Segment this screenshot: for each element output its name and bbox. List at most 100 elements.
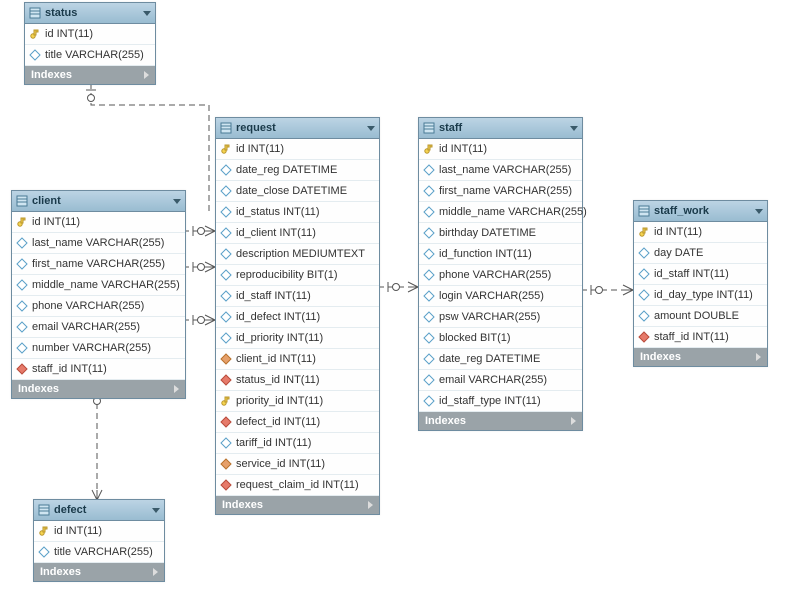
columns-list: id INT(11) title VARCHAR(255) [25,24,155,66]
table-staff[interactable]: staff id INT(11) last_name VARCHAR(255) … [418,117,583,431]
table-staff-work[interactable]: staff_work id INT(11) day DATE id_staff … [633,200,768,367]
column-row[interactable]: date_close DATETIME [216,181,379,202]
column-icon [423,311,435,323]
column-row[interactable]: id INT(11) [34,521,164,542]
table-header[interactable]: client [12,191,185,212]
column-row[interactable]: id INT(11) [25,24,155,45]
column-row[interactable]: id_priority INT(11) [216,328,379,349]
column-row[interactable]: middle_name VARCHAR(255) [419,202,582,223]
indexes-section[interactable]: Indexes [419,412,582,430]
dropdown-icon[interactable] [173,199,181,204]
column-row[interactable]: defect_id INT(11) [216,412,379,433]
fk-icon [220,479,232,491]
table-title: staff [439,122,566,134]
column-label: middle_name VARCHAR(255) [439,206,587,218]
column-row[interactable]: id_client INT(11) [216,223,379,244]
columns-list: id INT(11) date_reg DATETIME date_close … [216,139,379,496]
column-row[interactable]: client_id INT(11) [216,349,379,370]
column-row[interactable]: id INT(11) [216,139,379,160]
column-row[interactable]: title VARCHAR(255) [34,542,164,563]
column-icon [29,49,41,61]
table-header[interactable]: staff [419,118,582,139]
column-label: email VARCHAR(255) [32,321,140,333]
column-label: first_name VARCHAR(255) [32,258,165,270]
table-request[interactable]: request id INT(11) date_reg DATETIME dat… [215,117,380,515]
table-header[interactable]: request [216,118,379,139]
dropdown-icon[interactable] [143,11,151,16]
column-label: id INT(11) [32,216,80,228]
column-icon [423,353,435,365]
column-label: id INT(11) [236,143,284,155]
column-row[interactable]: amount DOUBLE [634,306,767,327]
column-icon [220,269,232,281]
column-row[interactable]: blocked BIT(1) [419,328,582,349]
column-label: staff_id INT(11) [654,331,729,343]
column-row[interactable]: id_defect INT(11) [216,307,379,328]
indexes-section[interactable]: Indexes [634,348,767,366]
column-label: service_id INT(11) [236,458,325,470]
column-row[interactable]: id_staff_type INT(11) [419,391,582,412]
table-icon [38,504,50,516]
column-row[interactable]: login VARCHAR(255) [419,286,582,307]
column-row[interactable]: last_name VARCHAR(255) [12,233,185,254]
pk-icon [638,226,650,238]
indexes-section[interactable]: Indexes [25,66,155,84]
pk-icon [38,525,50,537]
column-row[interactable]: title VARCHAR(255) [25,45,155,66]
column-row[interactable]: description MEDIUMTEXT [216,244,379,265]
column-row[interactable]: id INT(11) [634,222,767,243]
column-icon [16,258,28,270]
column-row[interactable]: first_name VARCHAR(255) [419,181,582,202]
column-row[interactable]: priority_id INT(11) [216,391,379,412]
column-label: description MEDIUMTEXT [236,248,365,260]
column-row[interactable]: request_claim_id INT(11) [216,475,379,496]
column-row[interactable]: phone VARCHAR(255) [12,296,185,317]
column-row[interactable]: staff_id INT(11) [634,327,767,348]
table-header[interactable]: status [25,3,155,24]
dropdown-icon[interactable] [367,126,375,131]
column-row[interactable]: phone VARCHAR(255) [419,265,582,286]
column-row[interactable]: birthday DATETIME [419,223,582,244]
column-row[interactable]: date_reg DATETIME [216,160,379,181]
column-row[interactable]: psw VARCHAR(255) [419,307,582,328]
column-row[interactable]: id INT(11) [12,212,185,233]
column-row[interactable]: status_id INT(11) [216,370,379,391]
column-row[interactable]: number VARCHAR(255) [12,338,185,359]
column-row[interactable]: middle_name VARCHAR(255) [12,275,185,296]
indexes-section[interactable]: Indexes [34,563,164,581]
column-row[interactable]: last_name VARCHAR(255) [419,160,582,181]
table-client[interactable]: client id INT(11) last_name VARCHAR(255)… [11,190,186,399]
table-header[interactable]: staff_work [634,201,767,222]
indexes-section[interactable]: Indexes [216,496,379,514]
column-label: id_function INT(11) [439,248,532,260]
table-header[interactable]: defect [34,500,164,521]
dropdown-icon[interactable] [570,126,578,131]
dropdown-icon[interactable] [152,508,160,513]
table-title: status [45,7,139,19]
column-row[interactable]: staff_id INT(11) [12,359,185,380]
column-icon [423,395,435,407]
column-row[interactable]: day DATE [634,243,767,264]
column-row[interactable]: tariff_id INT(11) [216,433,379,454]
column-icon [423,332,435,344]
column-row[interactable]: id_status INT(11) [216,202,379,223]
column-row[interactable]: id_staff INT(11) [216,286,379,307]
column-row[interactable]: id_function INT(11) [419,244,582,265]
column-row[interactable]: reproducibility BIT(1) [216,265,379,286]
table-status[interactable]: status id INT(11) title VARCHAR(255) Ind… [24,2,156,85]
column-row[interactable]: id_staff INT(11) [634,264,767,285]
column-row[interactable]: email VARCHAR(255) [419,370,582,391]
column-row[interactable]: date_reg DATETIME [419,349,582,370]
dropdown-icon[interactable] [755,209,763,214]
table-icon [638,205,650,217]
column-row[interactable]: id_day_type INT(11) [634,285,767,306]
indexes-section[interactable]: Indexes [12,380,185,398]
column-label: id_status INT(11) [236,206,320,218]
table-defect[interactable]: defect id INT(11) title VARCHAR(255) Ind… [33,499,165,582]
column-row[interactable]: id INT(11) [419,139,582,160]
column-label: id INT(11) [439,143,487,155]
column-label: email VARCHAR(255) [439,374,547,386]
column-row[interactable]: first_name VARCHAR(255) [12,254,185,275]
column-row[interactable]: service_id INT(11) [216,454,379,475]
column-row[interactable]: email VARCHAR(255) [12,317,185,338]
